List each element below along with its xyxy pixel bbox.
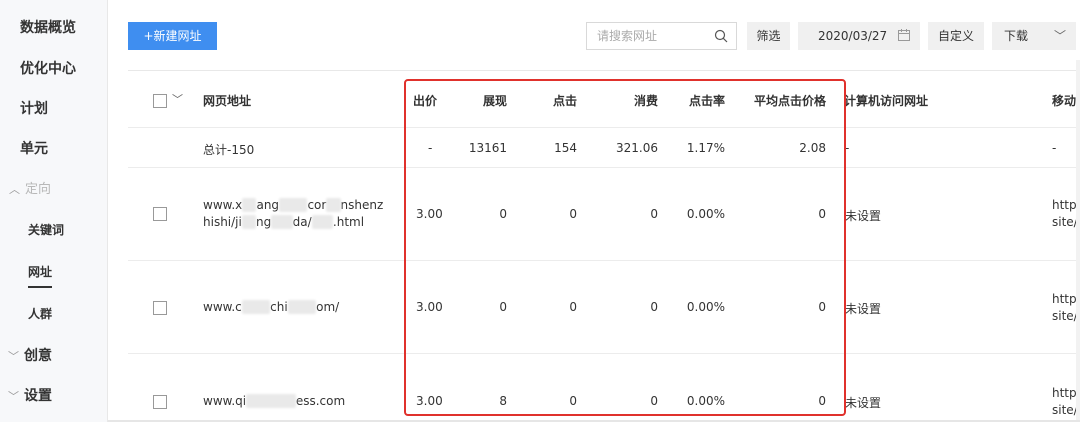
row-divider (128, 353, 1080, 354)
row-checkbox[interactable] (153, 207, 167, 221)
sidebar-item-label: 创意 (24, 348, 52, 364)
total-mobile-url: - (1052, 141, 1057, 155)
row-cost: 0 (650, 207, 658, 221)
header-clicks[interactable]: 点击 (540, 92, 577, 109)
row-mobile-url-line2[interactable]: site/ (1052, 309, 1078, 323)
row-clicks: 0 (569, 394, 577, 408)
scrollbar[interactable] (1076, 60, 1080, 422)
row-impressions: 0 (499, 300, 507, 314)
total-clicks: 154 (554, 141, 577, 155)
row-checkbox[interactable] (153, 301, 167, 315)
header-ctr[interactable]: 点击率 (680, 92, 725, 109)
row-avg-cpc: 0 (818, 394, 826, 408)
row-clicks: 0 (569, 207, 577, 221)
total-bid: - (428, 141, 433, 155)
total-pc-url: - (845, 141, 850, 155)
date-picker[interactable]: 2020/03/27 (798, 22, 920, 50)
search-input[interactable] (587, 23, 707, 49)
custom-button[interactable]: 自定义 (928, 22, 984, 50)
header-url[interactable]: 网页地址 (203, 92, 251, 109)
chevron-down-icon: ﹀ (8, 390, 19, 403)
header-bid[interactable]: 出价 (413, 92, 437, 109)
row-impressions: 0 (499, 207, 507, 221)
header-impressions[interactable]: 展现 (470, 92, 507, 109)
chevron-down-icon: ﹀ (8, 350, 19, 363)
row-pc-url[interactable]: 未设置 (845, 207, 881, 224)
calendar-icon (898, 29, 910, 41)
sidebar-item-keywords[interactable]: 关键词 (28, 221, 64, 238)
row-avg-cpc: 0 (818, 207, 826, 221)
sidebar-item-urls[interactable]: 网址 (28, 263, 52, 280)
row-mobile-url[interactable]: http (1052, 198, 1077, 212)
sidebar-item-unit[interactable]: 单元 (20, 138, 48, 158)
row-url[interactable]: www.xxxangxxxxcorxxnshenz (203, 198, 383, 212)
row-impressions: 8 (499, 394, 507, 408)
sidebar-item-settings[interactable]: ﹀ 设置 (8, 385, 52, 405)
row-mobile-url[interactable]: http (1052, 292, 1077, 306)
row-bid[interactable]: 3.00 (416, 300, 443, 314)
row-url-line2[interactable]: hishi/jixxngxxxda/xxx.html (203, 215, 364, 229)
sidebar-item-optimization[interactable]: 优化中心 (20, 58, 76, 78)
row-divider (128, 167, 1080, 168)
row-bid[interactable]: 3.00 (416, 207, 443, 221)
sidebar-item-creative[interactable]: ﹀ 创意 (8, 345, 52, 365)
sidebar-item-targeting[interactable]: ︿ 定向 (9, 178, 51, 197)
total-avg-cpc: 2.08 (799, 141, 826, 155)
new-url-button[interactable]: +新建网址 (128, 22, 217, 50)
row-ctr: 0.00% (686, 207, 725, 221)
row-mobile-url-line2[interactable]: site/ (1052, 403, 1078, 417)
row-url[interactable]: www.qixxxxxxxess.com (203, 394, 345, 408)
url-table (128, 70, 1080, 422)
row-mobile-url[interactable]: http (1052, 386, 1077, 400)
header-avg-cpc[interactable]: 平均点击价格 (745, 92, 826, 109)
row-url[interactable]: www.cxxxxchixxxxom/ (203, 300, 339, 314)
row-cost: 0 (650, 394, 658, 408)
row-divider (128, 127, 1080, 128)
total-impressions: 13161 (468, 141, 507, 155)
select-all-checkbox[interactable] (153, 94, 167, 108)
row-pc-url[interactable]: 未设置 (845, 394, 881, 411)
sidebar-item-label: 定向 (25, 182, 52, 197)
total-ctr: 1.17% (686, 141, 725, 155)
download-label: 下载 (1004, 29, 1029, 43)
chevron-up-icon: ︿ (9, 183, 20, 196)
row-ctr: 0.00% (686, 300, 725, 314)
row-bid[interactable]: 3.00 (416, 394, 443, 408)
sidebar: 数据概览 优化中心 计划 单元 ︿ 定向 关键词 网址 人群 ﹀ 创意 ﹀ 设置 (0, 0, 108, 422)
sidebar-item-plan[interactable]: 计划 (20, 98, 48, 118)
row-mobile-url-line2[interactable]: site/ (1052, 215, 1078, 229)
date-value: 2020/03/27 (818, 29, 888, 43)
sidebar-item-label: 设置 (24, 388, 52, 404)
search-box (586, 22, 737, 50)
row-cost: 0 (650, 300, 658, 314)
row-pc-url[interactable]: 未设置 (845, 300, 881, 317)
header-pc-url[interactable]: 计算机访问网址 (844, 92, 928, 109)
row-divider (128, 260, 1080, 261)
filter-button[interactable]: 筛选 (747, 22, 790, 50)
row-ctr: 0.00% (686, 394, 725, 408)
download-dropdown[interactable]: 下载 ﹀ (992, 22, 1076, 50)
chevron-down-icon: ﹀ (1053, 29, 1066, 43)
row-checkbox[interactable] (153, 395, 167, 409)
total-label: 总计-150 (203, 143, 255, 157)
header-cost[interactable]: 消费 (620, 92, 658, 109)
sidebar-item-overview[interactable]: 数据概览 (20, 17, 76, 37)
active-indicator (28, 286, 52, 288)
header-mobile-url[interactable]: 移动 (1052, 92, 1076, 109)
total-cost: 321.06 (616, 141, 658, 155)
row-clicks: 0 (569, 300, 577, 314)
sidebar-item-audience[interactable]: 人群 (28, 305, 52, 322)
search-icon[interactable] (714, 29, 728, 43)
chevron-down-icon[interactable]: ﹀ (172, 91, 183, 107)
row-avg-cpc: 0 (818, 300, 826, 314)
